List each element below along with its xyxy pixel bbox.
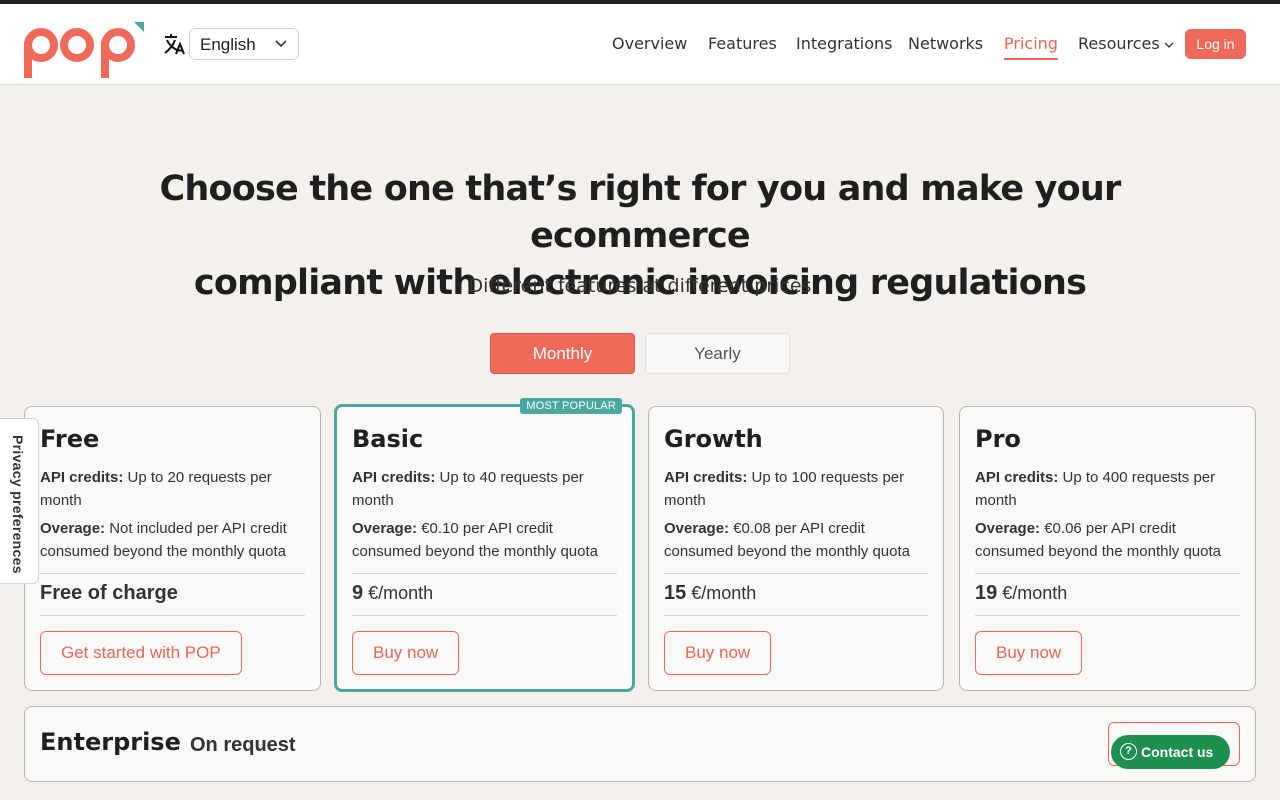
help-icon: ? bbox=[1120, 743, 1137, 760]
plan-price: On request bbox=[190, 734, 296, 756]
plan-credits: API credits: Up to 40 requests per month bbox=[352, 466, 622, 512]
get-started-button[interactable]: Get started with POP bbox=[40, 631, 242, 675]
price-unit: €/month bbox=[691, 583, 757, 603]
privacy-preferences-label: Privacy preferences bbox=[10, 435, 26, 574]
divider bbox=[664, 615, 928, 616]
title-line-1: Choose the one that’s right for you and … bbox=[159, 169, 1121, 256]
plan-overage: Overage: €0.08 per API credit consumed b… bbox=[664, 517, 934, 563]
price-unit: €/month bbox=[368, 583, 434, 603]
chevron-down-icon bbox=[1164, 42, 1174, 48]
credits-label: API credits: bbox=[664, 469, 748, 486]
divider bbox=[664, 573, 928, 574]
price-amount: 9 bbox=[352, 582, 364, 604]
plan-price: Free of charge bbox=[40, 582, 178, 604]
nav-integrations[interactable]: Integrations bbox=[796, 32, 893, 62]
plan-name: Free bbox=[40, 425, 100, 453]
plan-card-free: Free API credits: Up to 20 requests per … bbox=[24, 406, 321, 691]
most-popular-badge: MOST POPULAR bbox=[520, 398, 622, 414]
divider bbox=[975, 573, 1240, 574]
plan-overage: Overage: Not included per API credit con… bbox=[40, 517, 310, 563]
divider bbox=[40, 573, 305, 574]
plan-credits: API credits: Up to 100 requests per mont… bbox=[664, 466, 934, 512]
overage-label: Overage: bbox=[352, 520, 418, 537]
plan-name: Enterprise bbox=[40, 728, 181, 756]
plan-price: 19 €/month bbox=[975, 582, 1067, 605]
nav-pricing[interactable]: Pricing bbox=[1004, 32, 1058, 60]
overage-label: Overage: bbox=[975, 520, 1041, 537]
nav-networks[interactable]: Networks bbox=[908, 32, 983, 62]
overage-label: Overage: bbox=[40, 520, 106, 537]
divider bbox=[40, 615, 305, 616]
divider bbox=[352, 615, 617, 616]
plan-price: 15 €/month bbox=[664, 582, 756, 605]
yearly-toggle[interactable]: Yearly bbox=[645, 333, 790, 374]
plan-name: Pro bbox=[975, 425, 1021, 453]
login-button[interactable]: Log in bbox=[1185, 29, 1246, 59]
plan-price: 9 €/month bbox=[352, 582, 433, 605]
plan-card-pro: Pro API credits: Up to 400 requests per … bbox=[959, 406, 1256, 691]
main-nav: Overview Features Integrations Networks … bbox=[0, 32, 1280, 64]
plan-credits: API credits: Up to 20 requests per month bbox=[40, 466, 310, 512]
plan-credits: API credits: Up to 400 requests per mont… bbox=[975, 466, 1245, 512]
privacy-preferences-tab[interactable]: Privacy preferences bbox=[0, 418, 39, 584]
nav-resources-label: Resources bbox=[1078, 34, 1160, 53]
contact-us-label: Contact us bbox=[1141, 744, 1214, 760]
price-amount: 19 bbox=[975, 582, 998, 604]
nav-features[interactable]: Features bbox=[708, 32, 777, 62]
site-header: English Overview Features Integrations N… bbox=[0, 4, 1280, 85]
nav-overview[interactable]: Overview bbox=[612, 32, 687, 62]
plan-card-growth: Growth API credits: Up to 100 requests p… bbox=[648, 406, 944, 691]
buy-now-button[interactable]: Buy now bbox=[975, 631, 1083, 675]
plan-name: Basic bbox=[352, 425, 424, 453]
credits-label: API credits: bbox=[352, 469, 436, 486]
plan-overage: Overage: €0.06 per API credit consumed b… bbox=[975, 517, 1245, 563]
credits-label: API credits: bbox=[40, 469, 124, 486]
nav-resources[interactable]: Resources bbox=[1078, 32, 1174, 62]
plan-overage: Overage: €0.10 per API credit consumed b… bbox=[352, 517, 622, 563]
overage-label: Overage: bbox=[664, 520, 730, 537]
price-amount: 15 bbox=[664, 582, 687, 604]
plan-name: Growth bbox=[664, 425, 763, 453]
monthly-toggle[interactable]: Monthly bbox=[490, 333, 635, 374]
price-unit: €/month bbox=[1002, 583, 1068, 603]
buy-now-button[interactable]: Buy now bbox=[352, 631, 460, 675]
plan-card-basic: MOST POPULAR Basic API credits: Up to 40… bbox=[334, 398, 635, 692]
credits-label: API credits: bbox=[975, 469, 1059, 486]
buy-now-button[interactable]: Buy now bbox=[664, 631, 772, 675]
page-subtitle: Different features at different prices bbox=[468, 275, 812, 297]
contact-us-widget[interactable]: ? Contact us bbox=[1111, 735, 1230, 769]
divider bbox=[352, 573, 617, 574]
plan-card-enterprise: Enterprise On request bbox=[24, 706, 1256, 782]
divider bbox=[975, 615, 1240, 616]
